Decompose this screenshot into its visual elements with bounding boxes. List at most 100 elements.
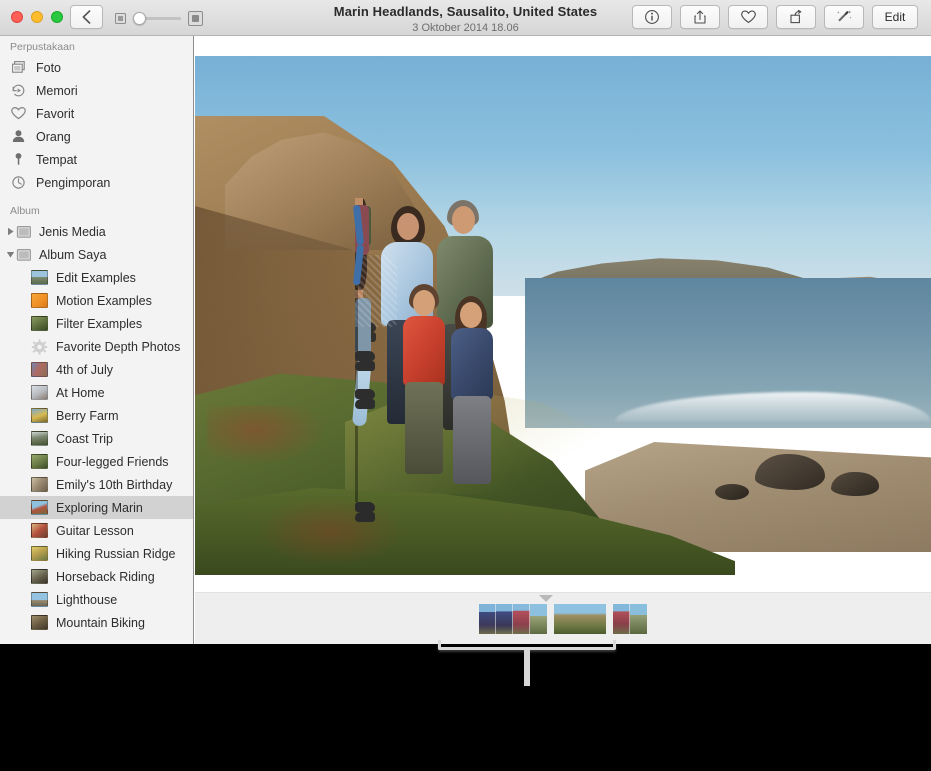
sidebar-album-mountain-biking[interactable]: Mountain Biking <box>0 611 193 634</box>
filmstrip-thumbnail[interactable] <box>613 604 630 634</box>
sidebar-item-orang[interactable]: Orang <box>0 125 193 148</box>
info-button[interactable] <box>632 5 672 29</box>
shoe <box>355 361 375 371</box>
album-thumbnail <box>31 270 48 285</box>
sidebar-album-label: Motion Examples <box>56 293 152 308</box>
rotate-icon <box>789 9 801 24</box>
sidebar-album-berry-farm[interactable]: Berry Farm <box>0 404 193 427</box>
sidebar-album-label: Guitar Lesson <box>56 523 134 538</box>
sidebar-album-guitar-lesson[interactable]: Guitar Lesson <box>0 519 193 542</box>
share-box-icon <box>694 10 706 24</box>
album-thumbnail <box>31 362 48 377</box>
sidebar-album-lighthouse[interactable]: Lighthouse <box>0 588 193 611</box>
sidebar-album-four-legged-friends[interactable]: Four-legged Friends <box>0 450 193 473</box>
sidebar-album-filter-examples[interactable]: Filter Examples <box>0 312 193 335</box>
sidebar-album-exploring-marin[interactable]: Exploring Marin <box>0 496 193 519</box>
magic-wand-icon <box>837 10 852 22</box>
sidebar-album-coast-trip[interactable]: Coast Trip <box>0 427 193 450</box>
sidebar-album-motion-examples[interactable]: Motion Examples <box>0 289 193 312</box>
beach-rock <box>831 472 879 496</box>
family-group <box>351 198 535 575</box>
sidebar-album-hiking-russian-ridge[interactable]: Hiking Russian Ridge <box>0 542 193 565</box>
gear-icon <box>31 339 48 355</box>
album-thumbnail <box>31 615 48 630</box>
sidebar-group-label: Album Saya <box>39 247 107 262</box>
sidebar-section-album: Album <box>10 205 40 217</box>
photo-viewer[interactable] <box>195 56 931 575</box>
folder-icon <box>16 248 32 262</box>
map-pin-icon <box>10 151 27 168</box>
album-thumbnail <box>31 477 48 492</box>
filmstrip-thumbnail[interactable] <box>630 604 647 634</box>
backpack-strap <box>352 244 365 286</box>
beach-rock <box>715 484 749 500</box>
sidebar-album-label: At Home <box>56 385 105 400</box>
sidebar-album-label: Four-legged Friends <box>56 454 169 469</box>
filmstrip-thumbnail[interactable] <box>479 604 496 634</box>
filmstrip-thumbnail[interactable] <box>554 604 606 634</box>
filmstrip-thumbnail[interactable] <box>496 604 513 634</box>
edit-button[interactable]: Edit <box>872 5 918 29</box>
titlebar: Marin Headlands, Sausalito, United State… <box>0 0 931 36</box>
sidebar-album-favorite-depth-photos[interactable]: Favorite Depth Photos <box>0 335 193 358</box>
sidebar-item-pengimporan[interactable]: Pengimporan <box>0 171 193 194</box>
album-thumbnail <box>31 546 48 561</box>
filmstrip-group[interactable] <box>554 604 606 634</box>
disclosure-triangle-expanded-icon[interactable] <box>5 251 16 259</box>
album-thumbnail <box>31 454 48 469</box>
sidebar-item-label: Foto <box>36 60 62 75</box>
sidebar-album-label: Coast Trip <box>56 431 113 446</box>
sidebar-item-tempat[interactable]: Tempat <box>0 148 193 171</box>
sidebar[interactable]: Perpustakaan Foto Memori Favorit Orang T… <box>0 36 194 644</box>
sidebar-album-label: Mountain Biking <box>56 615 145 630</box>
sidebar-album-emilys-10th-birthday[interactable]: Emily's 10th Birthday <box>0 473 193 496</box>
filmstrip-group[interactable] <box>479 604 547 634</box>
album-thumbnail <box>31 408 48 423</box>
filmstrip[interactable] <box>195 592 931 644</box>
sidebar-album-label: Favorite Depth Photos <box>56 339 181 354</box>
sidebar-group-album-saya[interactable]: Album Saya <box>0 243 193 266</box>
sidebar-group-jenis-media[interactable]: Jenis Media <box>0 220 193 243</box>
sidebar-item-label: Orang <box>36 129 71 144</box>
leg-split <box>355 285 358 351</box>
album-thumbnail <box>31 385 48 400</box>
sidebar-album-label: Edit Examples <box>56 270 136 285</box>
sidebar-item-label: Memori <box>36 83 78 98</box>
sidebar-album-at-home[interactable]: At Home <box>0 381 193 404</box>
disclosure-triangle-collapsed-icon[interactable] <box>5 227 16 236</box>
album-thumbnail <box>31 569 48 584</box>
toolbar: Edit <box>632 5 918 29</box>
head <box>452 206 475 234</box>
person-icon <box>10 128 27 145</box>
enhance-button[interactable] <box>824 5 864 29</box>
legs <box>405 382 443 474</box>
album-thumbnail <box>31 293 48 308</box>
rotate-button[interactable] <box>776 5 816 29</box>
favorite-button[interactable] <box>728 5 768 29</box>
filmstrip-thumbnail[interactable] <box>513 604 530 634</box>
sidebar-item-label: Pengimporan <box>36 175 111 190</box>
album-thumbnail <box>31 316 48 331</box>
filmstrip-group[interactable] <box>613 604 647 634</box>
sidebar-album-edit-examples[interactable]: Edit Examples <box>0 266 193 289</box>
sidebar-album-label: Emily's 10th Birthday <box>56 477 173 492</box>
legs <box>453 396 491 484</box>
torso <box>403 316 445 386</box>
sidebar-item-label: Favorit <box>36 106 75 121</box>
sidebar-album-label: Filter Examples <box>56 316 143 331</box>
info-circle-icon <box>645 10 659 24</box>
sidebar-item-memori[interactable]: Memori <box>0 79 193 102</box>
sidebar-item-foto[interactable]: Foto <box>0 56 193 79</box>
sidebar-album-label: Horseback Riding <box>56 569 155 584</box>
filmstrip-thumbnail[interactable] <box>530 604 547 634</box>
sidebar-album-label: 4th of July <box>56 362 113 377</box>
share-button[interactable] <box>680 5 720 29</box>
head <box>460 302 482 328</box>
heart-icon <box>740 10 756 23</box>
sidebar-album-horseback-riding[interactable]: Horseback Riding <box>0 565 193 588</box>
ice-plant-patch <box>207 406 327 466</box>
album-thumbnail <box>31 592 48 607</box>
caret-down-icon <box>539 595 553 602</box>
sidebar-album-4th-of-july[interactable]: 4th of July <box>0 358 193 381</box>
sidebar-item-favorit[interactable]: Favorit <box>0 102 193 125</box>
